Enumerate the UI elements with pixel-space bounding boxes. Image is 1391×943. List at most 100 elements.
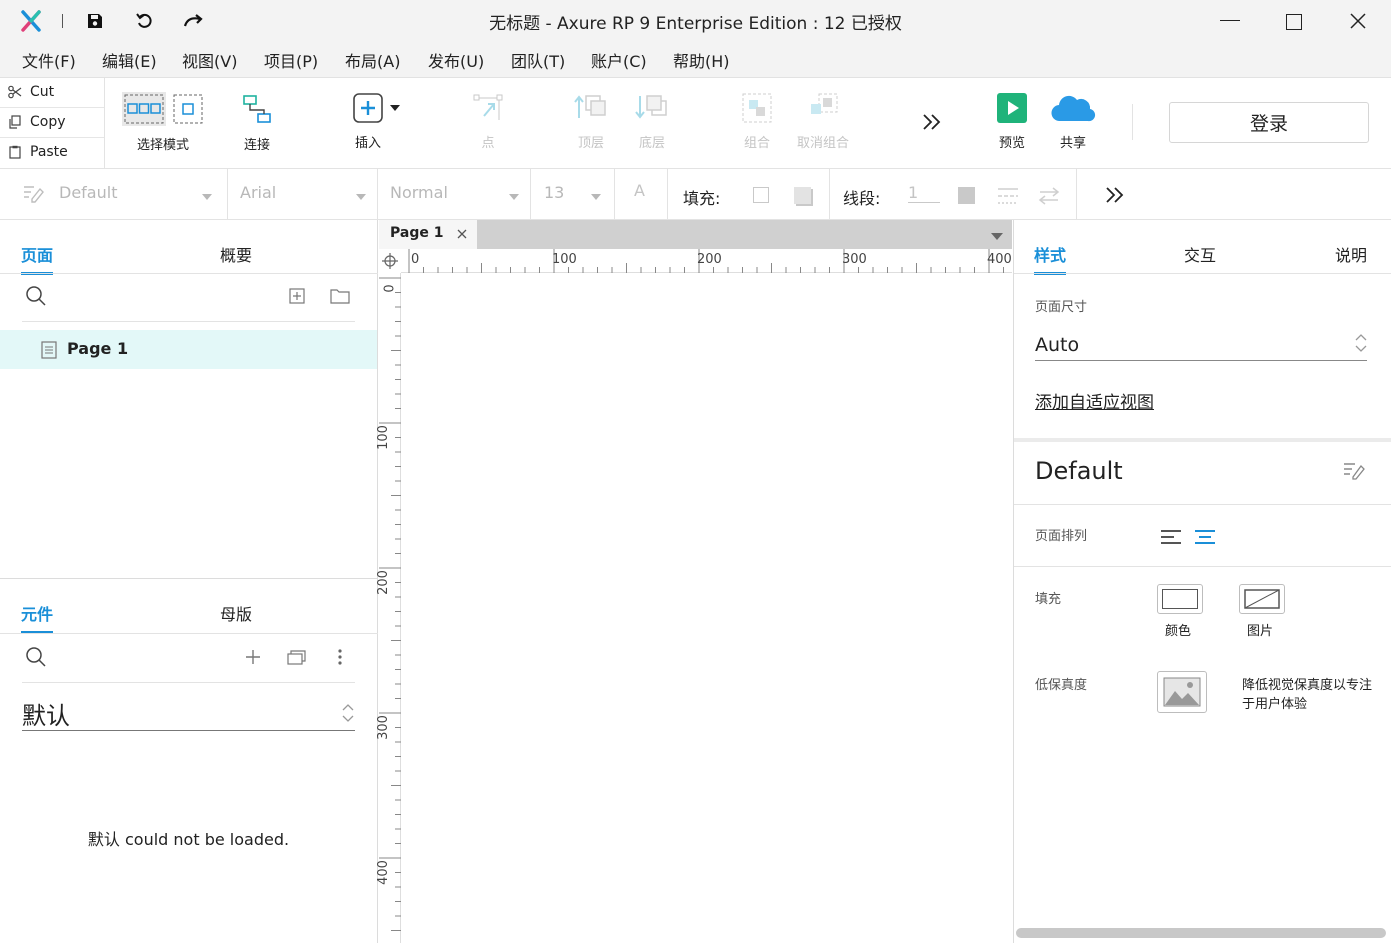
cut-label: Cut <box>30 84 55 100</box>
page-size-select[interactable]: Auto <box>1035 330 1367 361</box>
libraries-panel: 元件 母版 默认 默认 could not be loaded. <box>0 578 378 943</box>
menu-team[interactable]: 团队(T) <box>511 48 565 72</box>
add-page-icon[interactable] <box>289 288 305 304</box>
group-label: 组合 <box>743 136 770 151</box>
crosshair-icon <box>382 253 398 269</box>
library-stack-icon[interactable] <box>287 649 307 665</box>
add-library-icon[interactable] <box>245 649 261 665</box>
library-select[interactable]: 默认 <box>22 695 355 731</box>
font-family-select[interactable]: Arial <box>240 183 276 202</box>
chevron-down-icon <box>591 194 601 200</box>
ungroup-button[interactable]: 取消组合 <box>797 92 849 151</box>
style-select[interactable]: Default <box>59 183 117 202</box>
double-chevron-right-icon[interactable] <box>1105 187 1125 203</box>
fill-color-swatch[interactable] <box>753 187 769 203</box>
point-button[interactable]: 点 <box>472 92 504 151</box>
paste-button[interactable]: Paste <box>8 138 102 166</box>
panel-divider <box>0 633 378 634</box>
search-icon[interactable] <box>25 285 47 307</box>
menu-account[interactable]: 账户(C) <box>591 48 647 72</box>
tab-interactions[interactable]: 交互 <box>1184 242 1216 266</box>
image-placeholder-icon <box>1244 589 1280 609</box>
h-tick-label: 400 <box>987 252 1012 267</box>
tab-masters[interactable]: 母版 <box>220 601 252 625</box>
bring-to-front-button[interactable]: 顶层 <box>574 92 608 151</box>
add-folder-icon[interactable] <box>330 288 350 304</box>
library-error-message: 默认 could not be loaded. <box>87 830 290 849</box>
pages-panel: 页面 概要 Page 1 <box>0 220 378 578</box>
chevron-down-icon[interactable] <box>991 233 1003 240</box>
align-center-icon[interactable] <box>1194 529 1216 545</box>
menu-arrange[interactable]: 布局(A) <box>345 48 400 72</box>
select-mode-button[interactable]: 选择模式 <box>122 92 204 153</box>
low-fidelity-label: 低保真度 <box>1035 678 1088 693</box>
page-tab[interactable]: Page 1 <box>379 220 477 249</box>
tab-notes[interactable]: 说明 <box>1335 242 1367 266</box>
minimize-icon[interactable] <box>1220 20 1240 21</box>
close-tab-icon[interactable] <box>457 229 467 239</box>
stroke-width-input[interactable]: 1 <box>908 183 940 203</box>
menu-file[interactable]: 文件(F) <box>22 48 76 72</box>
menu-project[interactable]: 项目(P) <box>264 48 318 72</box>
h-tick-label: 100 <box>552 252 577 267</box>
design-canvas[interactable] <box>401 273 1012 943</box>
chevron-down-icon <box>509 194 519 200</box>
fill-label: 填充: <box>683 189 721 208</box>
maximize-icon[interactable] <box>1286 14 1302 30</box>
dash-pattern-icon[interactable] <box>997 187 1019 205</box>
ungroup-label: 取消组合 <box>797 136 850 151</box>
add-adaptive-view-link[interactable]: 添加自适应视图 <box>1035 388 1154 413</box>
login-button[interactable]: 登录 <box>1169 102 1369 143</box>
tab-outline[interactable]: 概要 <box>220 242 252 266</box>
v-tick-label: 100 <box>375 425 391 450</box>
format-divider <box>227 169 228 219</box>
copy-button[interactable]: Copy <box>8 108 102 136</box>
fill-color-button[interactable] <box>1157 584 1203 614</box>
low-fidelity-desc-line1: 降低视觉保真度以专注 <box>1242 678 1373 693</box>
format-divider <box>530 169 531 219</box>
share-button[interactable]: 共享 <box>1050 92 1096 151</box>
shadow-swatch[interactable] <box>794 187 811 204</box>
chevron-down-icon <box>390 105 400 111</box>
ruler-origin[interactable] <box>379 249 401 273</box>
tab-pages[interactable]: 页面 <box>21 242 54 275</box>
connect-button[interactable]: 连接 <box>240 92 274 153</box>
font-color-icon[interactable]: A <box>634 181 645 200</box>
low-fidelity-toggle[interactable] <box>1157 671 1207 713</box>
menu-view[interactable]: 视图(V) <box>182 48 237 72</box>
horizontal-ruler: 0 100 200 300 400 <box>379 249 1012 273</box>
font-weight-select[interactable]: Normal <box>390 183 448 202</box>
style-edit-icon <box>22 183 44 203</box>
search-icon[interactable] <box>25 646 47 668</box>
play-icon <box>996 92 1028 124</box>
menu-help[interactable]: 帮助(H) <box>673 48 730 72</box>
menu-publish[interactable]: 发布(U) <box>428 48 484 72</box>
group-button[interactable]: 组合 <box>741 92 773 151</box>
stroke-color-swatch[interactable] <box>958 187 975 204</box>
arrow-style-icon[interactable] <box>1038 187 1060 205</box>
font-size-select[interactable]: 13 <box>544 183 564 202</box>
fill-image-button[interactable] <box>1239 584 1285 614</box>
section-divider <box>1014 504 1391 505</box>
chevron-down-icon <box>356 194 366 200</box>
menu-edit[interactable]: 编辑(E) <box>102 48 157 72</box>
h-tick-label: 0 <box>411 252 420 267</box>
fill-color-label: 颜色 <box>1165 624 1192 639</box>
close-icon[interactable] <box>1349 12 1367 30</box>
double-chevron-right-icon[interactable] <box>922 114 942 130</box>
more-options-icon[interactable] <box>338 649 342 665</box>
page-tree-item[interactable]: Page 1 <box>0 330 377 369</box>
vertical-ruler: 0 100 200 300 400 <box>375 273 401 943</box>
format-divider <box>829 169 830 219</box>
library-name: 默认 <box>22 702 70 730</box>
edit-style-icon[interactable] <box>1342 460 1366 480</box>
horizontal-scrollbar[interactable] <box>1016 928 1386 938</box>
preview-button[interactable]: 预览 <box>996 92 1028 151</box>
main-toolbar: Cut Copy Paste 选择模式 连接 插入 点 顶层 底层 组合 取消组… <box>0 78 1391 169</box>
align-left-icon[interactable] <box>1160 529 1182 545</box>
cut-button[interactable]: Cut <box>8 78 102 106</box>
send-to-back-button[interactable]: 底层 <box>635 92 669 151</box>
tab-widgets[interactable]: 元件 <box>21 601 54 634</box>
insert-button[interactable]: 插入 <box>352 92 400 151</box>
tab-style[interactable]: 样式 <box>1034 242 1067 275</box>
